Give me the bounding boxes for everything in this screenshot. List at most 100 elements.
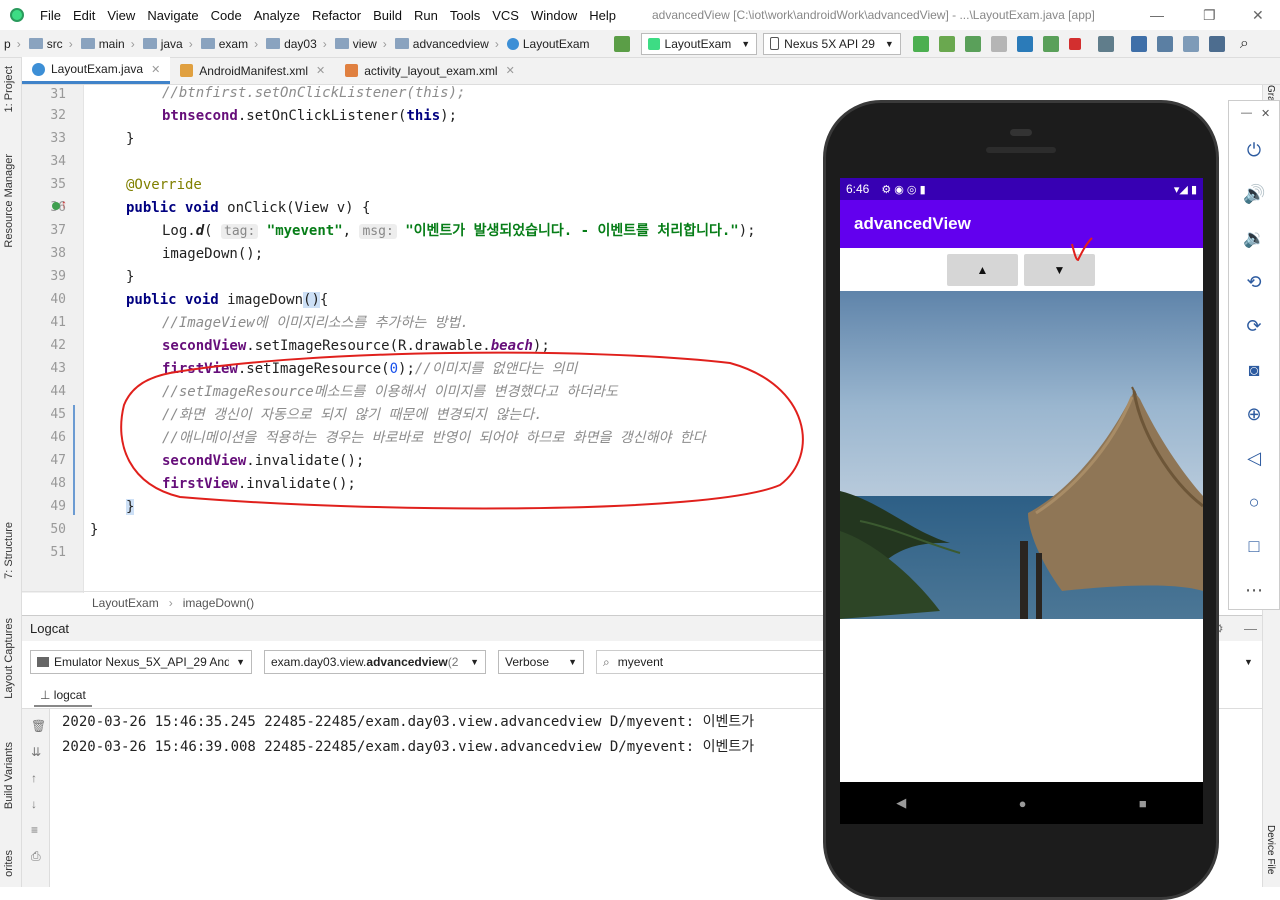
layout-captures-tool-tab[interactable]: Layout Captures bbox=[3, 618, 15, 699]
menu-file[interactable]: File bbox=[34, 8, 67, 23]
sync-icon[interactable] bbox=[1097, 35, 1114, 52]
volume-up-icon[interactable]: 🔊 bbox=[1243, 183, 1265, 205]
camera-icon[interactable]: ◙ bbox=[1243, 359, 1265, 381]
zoom-icon[interactable]: ⊕ bbox=[1243, 403, 1265, 425]
structure-tool-tab[interactable]: 7: Structure bbox=[3, 522, 15, 579]
maximize-icon[interactable]: ❐ bbox=[1203, 7, 1216, 24]
line-number: 32 bbox=[50, 108, 66, 123]
menu-analyze[interactable]: Analyze bbox=[248, 8, 306, 23]
favorites-tool-tab[interactable]: orites bbox=[3, 850, 15, 877]
breadcrumb-p[interactable]: p › bbox=[0, 37, 25, 51]
up-arrow-icon[interactable]: ↑ bbox=[31, 771, 43, 785]
menu-edit[interactable]: Edit bbox=[67, 8, 101, 23]
avd-manager-icon[interactable] bbox=[1130, 35, 1147, 52]
image-up-button[interactable]: ▲ bbox=[947, 254, 1018, 286]
android-icon bbox=[647, 37, 660, 50]
menu-navigate[interactable]: Navigate bbox=[141, 8, 204, 23]
manifest-file-icon bbox=[180, 64, 194, 77]
device-file-explorer-tab[interactable]: Device File bbox=[1265, 825, 1276, 874]
rotate-left-icon[interactable]: ⟲ bbox=[1243, 271, 1265, 293]
breadcrumb-java[interactable]: java › bbox=[139, 37, 197, 51]
profile-icon[interactable] bbox=[1016, 35, 1033, 52]
power-icon[interactable]: ⏻ bbox=[1243, 139, 1265, 161]
debug-icon[interactable] bbox=[964, 35, 981, 52]
tab-android-manifest[interactable]: AndroidManifest.xml ✕ bbox=[170, 57, 335, 84]
menu-help[interactable]: Help bbox=[583, 8, 622, 23]
breadcrumb-main[interactable]: main › bbox=[77, 37, 139, 51]
scroll-to-end-icon[interactable]: ⇊ bbox=[31, 745, 43, 759]
breadcrumb-method[interactable]: imageDown() bbox=[183, 596, 254, 610]
resource-manager-tool-tab[interactable]: Resource Manager bbox=[3, 154, 15, 248]
project-tool-tab[interactable]: 1: Project bbox=[3, 66, 15, 112]
navigation-bar: p › src › main › java › exam › day03 › view › a… bbox=[0, 30, 1280, 58]
layout-inspector-icon[interactable] bbox=[1182, 35, 1199, 52]
breadcrumb-layoutexam[interactable]: LayoutExam bbox=[503, 37, 594, 51]
emulator-screen[interactable]: 6:46 ⚙ ◉ ◎ ▮ ▾◢ ▮ advancedView ▲ ▼ ◀ ● ■ bbox=[840, 178, 1203, 824]
close-tab-icon[interactable]: ✕ bbox=[506, 64, 515, 77]
more-icon[interactable]: ⋯ bbox=[1243, 579, 1265, 601]
search-icon[interactable]: ⌕ bbox=[1240, 35, 1249, 53]
menu-window[interactable]: Window bbox=[525, 8, 583, 23]
close-tab-icon[interactable]: ✕ bbox=[151, 63, 160, 76]
apply-changes-icon[interactable] bbox=[938, 35, 955, 52]
minimize-emulator-icon[interactable]: — bbox=[1241, 107, 1252, 119]
tab-layoutexam-java[interactable]: LayoutExam.java ✕ bbox=[22, 57, 171, 84]
device-select[interactable]: Nexus 5X API 29 ▼ bbox=[763, 32, 901, 55]
chevron-down-icon[interactable]: ▼ bbox=[1244, 657, 1253, 667]
hide-panel-icon[interactable]: — bbox=[1244, 621, 1257, 636]
home-icon[interactable]: ● bbox=[1019, 796, 1027, 811]
tab-activity-layout-xml[interactable]: activity_layout_exam.xml ✕ bbox=[335, 57, 525, 84]
volume-down-icon[interactable]: 🔉 bbox=[1243, 227, 1265, 249]
stop-icon[interactable] bbox=[1068, 37, 1081, 50]
android-status-bar: 6:46 ⚙ ◉ ◎ ▮ ▾◢ ▮ bbox=[840, 178, 1203, 200]
overview-icon[interactable]: □ bbox=[1243, 535, 1265, 557]
trash-icon[interactable]: 🗑 bbox=[31, 719, 46, 733]
breadcrumb-src[interactable]: src › bbox=[25, 37, 77, 51]
editor-breadcrumb: LayoutExam › imageDown() bbox=[22, 591, 822, 613]
code-line-41: //ImageView에 이미지리소스를 추가하는 방법. bbox=[162, 315, 469, 331]
logcat-search-input[interactable]: ⌕ myevent bbox=[596, 650, 826, 674]
menu-run[interactable]: Run bbox=[408, 8, 444, 23]
soft-wrap-icon[interactable]: ≡ bbox=[31, 823, 43, 837]
rotate-right-icon[interactable]: ⟳ bbox=[1243, 315, 1265, 337]
menu-view[interactable]: View bbox=[101, 8, 141, 23]
log-level-select[interactable]: Verbose ▼ bbox=[498, 650, 584, 674]
breadcrumb-exam[interactable]: exam › bbox=[197, 37, 262, 51]
menu-code[interactable]: Code bbox=[205, 8, 248, 23]
emulator-control-panel: — ✕ ⏻ 🔊 🔉 ⟲ ⟳ ◙ ⊕ ◁ ○ □ ⋯ bbox=[1228, 100, 1280, 610]
emulator-icon bbox=[37, 657, 49, 667]
close-icon[interactable]: ✕ bbox=[1252, 7, 1264, 24]
menu-vcs[interactable]: VCS bbox=[486, 8, 525, 23]
back-icon[interactable]: ◁ bbox=[1243, 447, 1265, 469]
minimize-icon[interactable]: — bbox=[1150, 7, 1164, 23]
close-emulator-icon[interactable]: ✕ bbox=[1261, 107, 1270, 120]
device-manager-icon[interactable] bbox=[1208, 35, 1225, 52]
menu-refactor[interactable]: Refactor bbox=[306, 8, 367, 23]
hammer-icon[interactable] bbox=[613, 35, 630, 52]
rerun-icon[interactable] bbox=[912, 35, 929, 52]
recents-icon[interactable]: ■ bbox=[1139, 796, 1147, 811]
implements-arrow-icon[interactable]: ↑ bbox=[61, 197, 67, 211]
attach-debugger-icon[interactable] bbox=[1042, 35, 1059, 52]
build-variants-tool-tab[interactable]: Build Variants bbox=[3, 742, 15, 809]
sdk-manager-icon[interactable] bbox=[1156, 35, 1173, 52]
logcat-output[interactable]: 2020-03-26 15:46:35.245 22485-22485/exam… bbox=[62, 709, 822, 887]
breadcrumb-view[interactable]: view › bbox=[331, 37, 391, 51]
logcat-device-select[interactable]: Emulator Nexus_5X_API_29 Andı ▼ bbox=[30, 650, 252, 674]
breadcrumb-advancedview[interactable]: advancedview › bbox=[391, 37, 503, 51]
menu-build[interactable]: Build bbox=[367, 8, 408, 23]
down-arrow-icon[interactable]: ↓ bbox=[31, 797, 43, 811]
home-icon[interactable]: ○ bbox=[1243, 491, 1265, 513]
close-tab-icon[interactable]: ✕ bbox=[316, 64, 325, 77]
menu-tools[interactable]: Tools bbox=[444, 8, 486, 23]
override-marker-icon[interactable] bbox=[52, 202, 60, 210]
back-icon[interactable]: ◀ bbox=[896, 795, 906, 811]
app-title: advancedView bbox=[854, 214, 971, 233]
tab-logcat[interactable]: ⊥ logcat bbox=[34, 685, 92, 707]
print-icon[interactable]: ⎙ bbox=[31, 849, 43, 863]
breadcrumb-class[interactable]: LayoutExam bbox=[92, 596, 159, 610]
coverage-icon[interactable] bbox=[990, 35, 1007, 52]
breadcrumb-day03[interactable]: day03 › bbox=[262, 37, 331, 51]
run-config-select[interactable]: LayoutExam ▼ bbox=[640, 32, 758, 55]
logcat-process-select[interactable]: exam.day03.view. advancedview (2 ▼ bbox=[264, 650, 486, 674]
